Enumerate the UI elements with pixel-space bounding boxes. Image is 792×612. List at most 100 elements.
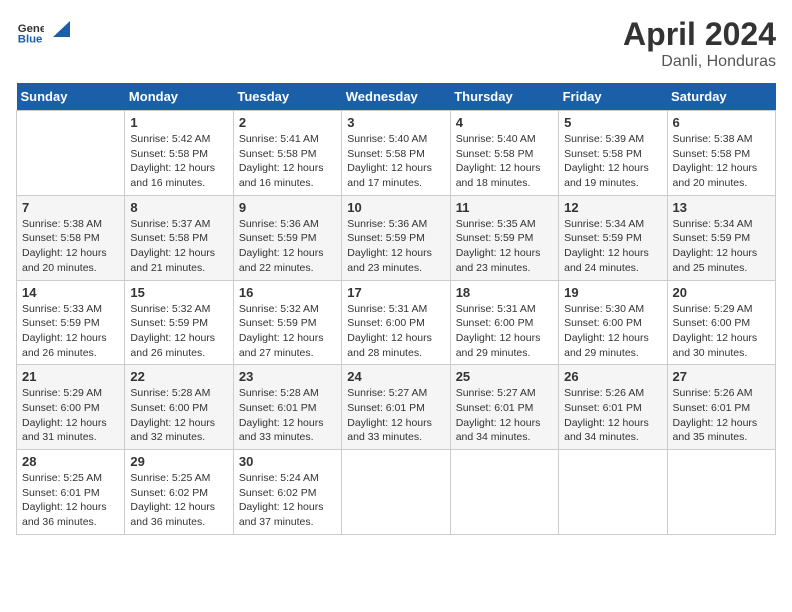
- day-number: 2: [239, 115, 336, 130]
- calendar-cell: 17Sunrise: 5:31 AMSunset: 6:00 PMDayligh…: [342, 280, 450, 365]
- day-number: 13: [673, 200, 770, 215]
- main-title: April 2024: [623, 16, 776, 53]
- calendar-cell: 29 Sunrise: 5:25 AMSunset: 6:02 PMDayligh…: [125, 450, 233, 535]
- svg-text:Blue: Blue: [18, 33, 43, 44]
- day-number: 5: [564, 115, 661, 130]
- calendar-cell: 22Sunrise: 5:28 AMSunset: 6:00 PMDayligh…: [125, 365, 233, 450]
- day-info: Sunrise: 5:34 AMSunset: 5:59 PMDaylight:…: [673, 217, 770, 276]
- calendar-cell: [342, 450, 450, 535]
- calendar-cell: 11 Sunrise: 5:35 AMSunset: 5:59 PMDayligh…: [450, 195, 558, 280]
- weekday-header-row: SundayMondayTuesdayWednesdayThursdayFrid…: [17, 83, 776, 111]
- calendar-cell: 4 Sunrise: 5:40 AMSunset: 5:58 PMDaylight…: [450, 111, 558, 196]
- day-number: 21: [22, 369, 119, 384]
- weekday-header-saturday: Saturday: [667, 83, 775, 111]
- weekday-header-tuesday: Tuesday: [233, 83, 341, 111]
- calendar-week-row: 1 Sunrise: 5:42 AMSunset: 5:58 PMDaylight…: [17, 111, 776, 196]
- calendar-cell: 26Sunrise: 5:26 AMSunset: 6:01 PMDayligh…: [559, 365, 667, 450]
- day-number: 27: [673, 369, 770, 384]
- weekday-header-sunday: Sunday: [17, 83, 125, 111]
- calendar-cell: 25 Sunrise: 5:27 AMSunset: 6:01 PMDayligh…: [450, 365, 558, 450]
- sub-title: Danli, Honduras: [623, 53, 776, 71]
- calendar-week-row: 14Sunrise: 5:33 AMSunset: 5:59 PMDayligh…: [17, 280, 776, 365]
- day-number: 23: [239, 369, 336, 384]
- day-info: Sunrise: 5:24 AMSunset: 6:02 PMDaylight:…: [239, 471, 336, 530]
- calendar-cell: 15 Sunrise: 5:32 AMSunset: 5:59 PMDayligh…: [125, 280, 233, 365]
- day-number: 29: [130, 454, 227, 469]
- day-number: 19: [564, 285, 661, 300]
- day-number: 24: [347, 369, 444, 384]
- day-number: 20: [673, 285, 770, 300]
- calendar-cell: 1 Sunrise: 5:42 AMSunset: 5:58 PMDaylight…: [125, 111, 233, 196]
- day-info: Sunrise: 5:25 AMSunset: 6:02 PMDaylight:…: [130, 471, 227, 530]
- calendar-cell: 3 Sunrise: 5:40 AMSunset: 5:58 PMDaylight…: [342, 111, 450, 196]
- day-number: 7: [22, 200, 119, 215]
- day-number: 10: [347, 200, 444, 215]
- calendar-cell: 30 Sunrise: 5:24 AMSunset: 6:02 PMDayligh…: [233, 450, 341, 535]
- weekday-header-thursday: Thursday: [450, 83, 558, 111]
- day-info: Sunrise: 5:41 AMSunset: 5:58 PMDaylight:…: [239, 132, 336, 191]
- calendar-week-row: 21 Sunrise: 5:29 AMSunset: 6:00 PMDayligh…: [17, 365, 776, 450]
- day-info: Sunrise: 5:36 AMSunset: 5:59 PMDaylight:…: [239, 217, 336, 276]
- weekday-header-friday: Friday: [559, 83, 667, 111]
- day-info: Sunrise: 5:40 AMSunset: 5:58 PMDaylight:…: [347, 132, 444, 191]
- day-info: Sunrise: 5:40 AMSunset: 5:58 PMDaylight:…: [456, 132, 553, 191]
- weekday-header-monday: Monday: [125, 83, 233, 111]
- page-header: General Blue April 2024 Danli, Honduras: [16, 16, 776, 71]
- calendar-cell: 21 Sunrise: 5:29 AMSunset: 6:00 PMDayligh…: [17, 365, 125, 450]
- logo-triangle-icon: [48, 19, 70, 41]
- calendar-cell: 7 Sunrise: 5:38 AMSunset: 5:58 PMDaylight…: [17, 195, 125, 280]
- day-number: 30: [239, 454, 336, 469]
- day-number: 16: [239, 285, 336, 300]
- day-info: Sunrise: 5:27 AMSunset: 6:01 PMDaylight:…: [347, 386, 444, 445]
- day-info: Sunrise: 5:32 AMSunset: 5:59 PMDaylight:…: [239, 302, 336, 361]
- calendar-cell: [17, 111, 125, 196]
- calendar-week-row: 28 Sunrise: 5:25 AMSunset: 6:01 PMDayligh…: [17, 450, 776, 535]
- day-number: 1: [130, 115, 227, 130]
- calendar-cell: 5Sunrise: 5:39 AMSunset: 5:58 PMDaylight…: [559, 111, 667, 196]
- day-info: Sunrise: 5:29 AMSunset: 6:00 PMDaylight:…: [673, 302, 770, 361]
- calendar-cell: 13 Sunrise: 5:34 AMSunset: 5:59 PMDayligh…: [667, 195, 775, 280]
- calendar-cell: 18Sunrise: 5:31 AMSunset: 6:00 PMDayligh…: [450, 280, 558, 365]
- calendar-cell: 19 Sunrise: 5:30 AMSunset: 6:00 PMDayligh…: [559, 280, 667, 365]
- day-number: 4: [456, 115, 553, 130]
- calendar-table: SundayMondayTuesdayWednesdayThursdayFrid…: [16, 83, 776, 535]
- day-number: 17: [347, 285, 444, 300]
- calendar-cell: 20 Sunrise: 5:29 AMSunset: 6:00 PMDayligh…: [667, 280, 775, 365]
- calendar-cell: [450, 450, 558, 535]
- title-area: April 2024 Danli, Honduras: [623, 16, 776, 71]
- calendar-cell: 16 Sunrise: 5:32 AMSunset: 5:59 PMDayligh…: [233, 280, 341, 365]
- day-number: 6: [673, 115, 770, 130]
- calendar-cell: 2 Sunrise: 5:41 AMSunset: 5:58 PMDaylight…: [233, 111, 341, 196]
- day-info: Sunrise: 5:38 AMSunset: 5:58 PMDaylight:…: [22, 217, 119, 276]
- day-info: Sunrise: 5:35 AMSunset: 5:59 PMDaylight:…: [456, 217, 553, 276]
- calendar-cell: 24 Sunrise: 5:27 AMSunset: 6:01 PMDayligh…: [342, 365, 450, 450]
- day-info: Sunrise: 5:29 AMSunset: 6:00 PMDaylight:…: [22, 386, 119, 445]
- day-info: Sunrise: 5:28 AMSunset: 6:00 PMDaylight:…: [130, 386, 227, 445]
- day-number: 11: [456, 200, 553, 215]
- day-info: Sunrise: 5:25 AMSunset: 6:01 PMDaylight:…: [22, 471, 119, 530]
- day-number: 14: [22, 285, 119, 300]
- day-info: Sunrise: 5:32 AMSunset: 5:59 PMDaylight:…: [130, 302, 227, 361]
- day-number: 8: [130, 200, 227, 215]
- day-info: Sunrise: 5:26 AMSunset: 6:01 PMDaylight:…: [564, 386, 661, 445]
- calendar-cell: [667, 450, 775, 535]
- day-info: Sunrise: 5:26 AMSunset: 6:01 PMDaylight:…: [673, 386, 770, 445]
- day-number: 15: [130, 285, 227, 300]
- day-number: 18: [456, 285, 553, 300]
- day-info: Sunrise: 5:30 AMSunset: 6:00 PMDaylight:…: [564, 302, 661, 361]
- calendar-cell: 6Sunrise: 5:38 AMSunset: 5:58 PMDaylight…: [667, 111, 775, 196]
- logo-icon: General Blue: [16, 16, 44, 44]
- day-info: Sunrise: 5:42 AMSunset: 5:58 PMDaylight:…: [130, 132, 227, 191]
- day-number: 3: [347, 115, 444, 130]
- calendar-cell: 10 Sunrise: 5:36 AMSunset: 5:59 PMDayligh…: [342, 195, 450, 280]
- calendar-cell: 12Sunrise: 5:34 AMSunset: 5:59 PMDayligh…: [559, 195, 667, 280]
- day-info: Sunrise: 5:34 AMSunset: 5:59 PMDaylight:…: [564, 217, 661, 276]
- day-info: Sunrise: 5:36 AMSunset: 5:59 PMDaylight:…: [347, 217, 444, 276]
- calendar-cell: 9Sunrise: 5:36 AMSunset: 5:59 PMDaylight…: [233, 195, 341, 280]
- calendar-cell: 14Sunrise: 5:33 AMSunset: 5:59 PMDayligh…: [17, 280, 125, 365]
- day-info: Sunrise: 5:27 AMSunset: 6:01 PMDaylight:…: [456, 386, 553, 445]
- day-number: 28: [22, 454, 119, 469]
- logo: General Blue: [16, 16, 70, 44]
- day-number: 25: [456, 369, 553, 384]
- calendar-cell: 8Sunrise: 5:37 AMSunset: 5:58 PMDaylight…: [125, 195, 233, 280]
